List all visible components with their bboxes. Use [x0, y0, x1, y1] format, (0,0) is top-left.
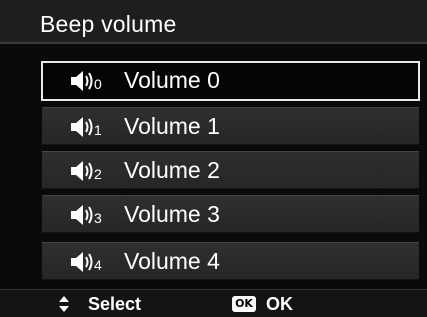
- button-hint-bar: Select OK OK: [0, 289, 427, 317]
- menu-item-volume-1[interactable]: 1 Volume 1: [42, 107, 419, 145]
- speaker-icon: 4: [70, 250, 114, 274]
- speaker-icon: 0: [70, 69, 114, 93]
- menu-item-label: Volume 1: [124, 113, 220, 139]
- select-hint-label: Select: [88, 294, 142, 314]
- page-title: Beep volume: [40, 11, 177, 37]
- up-down-arrows-icon: [59, 296, 69, 312]
- menu-item-label: Volume 0: [124, 67, 220, 93]
- menu-item-volume-3[interactable]: 3 Volume 3: [42, 195, 419, 233]
- menu-item-volume-0[interactable]: 0 Volume 0: [41, 61, 420, 101]
- menu-item-volume-4[interactable]: 4 Volume 4: [42, 242, 419, 280]
- menu-item-label: Volume 2: [124, 157, 220, 183]
- title-bar: Beep volume: [0, 0, 427, 44]
- speaker-icon: 2: [70, 159, 114, 183]
- menu-item-label: Volume 4: [124, 248, 220, 274]
- volume-level-number: 1: [94, 122, 102, 138]
- speaker-icon: 3: [70, 203, 114, 227]
- volume-level-number: 3: [94, 210, 102, 226]
- volume-level-number: 4: [94, 257, 102, 273]
- volume-level-number: 0: [94, 76, 102, 92]
- ok-button-icon: OK: [232, 296, 256, 312]
- ok-hint-label: OK: [266, 294, 293, 314]
- speaker-icon: 1: [70, 115, 114, 139]
- camera-menu-screen: Beep volume 0 Volume 0 1 Volume 1 2 Volu…: [0, 0, 427, 317]
- menu-item-label: Volume 3: [124, 201, 220, 227]
- volume-level-number: 2: [94, 166, 102, 182]
- menu-item-volume-2[interactable]: 2 Volume 2: [42, 151, 419, 189]
